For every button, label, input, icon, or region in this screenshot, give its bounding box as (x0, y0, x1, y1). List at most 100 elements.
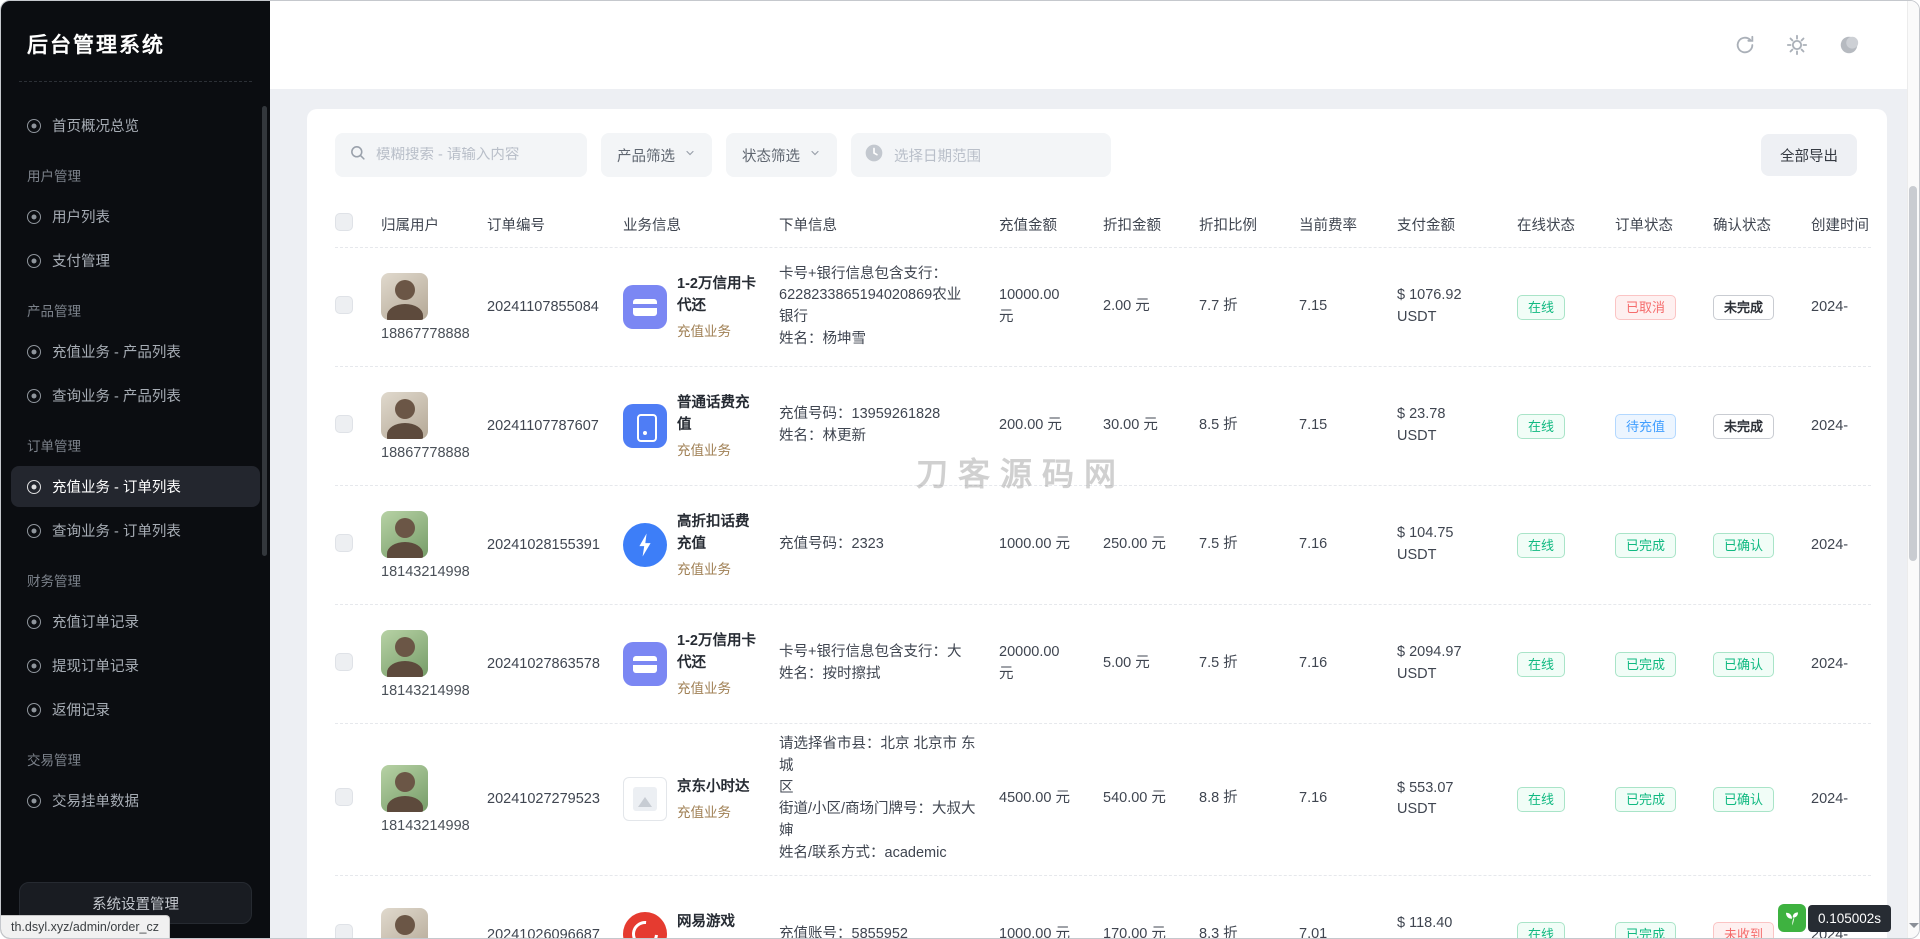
vertical-scrollbar[interactable] (1907, 1, 1919, 938)
recharge-amount: 20000.00 元 (999, 642, 1103, 686)
search-box (335, 133, 587, 177)
table-header: 归属用户 订单编号 业务信息 下单信息 充值金额 折扣金额 折扣比例 当前费率 … (335, 201, 1871, 247)
order-info: 卡号+银行信息包含支行： 6228233865194020869农业 银行 姓名… (779, 264, 999, 351)
sidebar-item-query-orders[interactable]: 查询业务 - 订单列表 (11, 510, 260, 551)
order-number: 20241028155391 (487, 537, 623, 553)
order-status-badge: 已完成 (1615, 652, 1676, 677)
image-placeholder-icon (623, 777, 667, 821)
sidebar-item-label: 充值业务 - 订单列表 (52, 476, 181, 497)
col-confirm-status: 确认状态 (1713, 214, 1811, 235)
user-avatar (381, 908, 428, 939)
load-time-value: 0.105002s (1808, 905, 1891, 932)
sidebar-item-recharge-products[interactable]: 充值业务 - 产品列表 (11, 331, 260, 372)
current-rate: 7.15 (1299, 415, 1397, 437)
order-info: 充值号码：2323 (779, 534, 999, 556)
col-discount-amount: 折扣金额 (1103, 214, 1199, 235)
online-status-badge: 在线 (1517, 533, 1565, 558)
row-checkbox[interactable] (335, 788, 353, 806)
circle-dot-icon (27, 659, 41, 673)
sidebar-item-query-products[interactable]: 查询业务 - 产品列表 (11, 375, 260, 416)
row-checkbox[interactable] (335, 653, 353, 671)
current-rate: 7.16 (1299, 788, 1397, 810)
sidebar-item-withdraw-records[interactable]: 提现订单记录 (11, 645, 260, 686)
topbar (270, 1, 1919, 89)
game-icon (623, 912, 667, 939)
product-type: 充值业务 (677, 558, 761, 578)
order-status-badge: 已完成 (1615, 787, 1676, 812)
user-phone: 18143214998 (381, 818, 470, 834)
discount-ratio: 7.5 折 (1199, 534, 1299, 556)
export-all-button[interactable]: 全部导出 (1761, 134, 1857, 176)
scrollbar-thumb[interactable] (1909, 186, 1917, 561)
date-range-placeholder: 选择日期范围 (894, 145, 981, 166)
select-all-checkbox[interactable] (335, 213, 353, 231)
order-info: 卡号+银行信息包含支行：大 姓名：按时擦拭 (779, 642, 999, 686)
sidebar-item-trade-orders[interactable]: 交易挂单数据 (11, 780, 260, 821)
circle-dot-icon (27, 703, 41, 717)
table-row: 18143214998 20241027863578 1-2万信用卡代还 充值业… (335, 604, 1871, 723)
sun-icon[interactable] (1785, 33, 1809, 57)
discount-ratio: 8.5 折 (1199, 415, 1299, 437)
sidebar-scrollbar[interactable] (262, 106, 267, 556)
refresh-icon[interactable] (1733, 33, 1757, 57)
col-discount-ratio: 折扣比例 (1199, 214, 1299, 235)
sidebar-group-order: 订单管理 (1, 419, 270, 463)
product-filter-label: 产品筛选 (617, 145, 675, 166)
sidebar-item-label: 提现订单记录 (52, 655, 139, 676)
online-status-badge: 在线 (1517, 295, 1565, 320)
circle-dot-icon (27, 615, 41, 629)
row-checkbox[interactable] (335, 534, 353, 552)
sidebar-item-label: 查询业务 - 订单列表 (52, 520, 181, 541)
row-checkbox[interactable] (335, 296, 353, 314)
current-rate: 7.15 (1299, 296, 1397, 318)
sidebar-item-dashboard[interactable]: 首页概况总览 (11, 105, 260, 146)
order-status-badge: 待充值 (1615, 414, 1676, 439)
credit-card-icon (623, 285, 667, 329)
sidebar-item-rebate-records[interactable]: 返佣记录 (11, 689, 260, 730)
moon-icon[interactable] (1837, 33, 1861, 57)
product-filter-select[interactable]: 产品筛选 (601, 133, 712, 177)
created-time: 2024- (1811, 537, 1887, 553)
app-title: 后台管理系统 (1, 1, 270, 81)
product-name: 普通话费充值 (677, 393, 761, 435)
circle-dot-icon (27, 794, 41, 808)
created-time: 2024- (1811, 656, 1887, 672)
created-time: 2024- (1811, 418, 1887, 434)
order-status-badge: 已取消 (1615, 295, 1676, 320)
row-checkbox[interactable] (335, 415, 353, 433)
link-preview-statusbar: th.dsyl.xyz/admin/order_cz (1, 915, 170, 938)
sidebar-item-user-list[interactable]: 用户列表 (11, 196, 260, 237)
user-avatar (381, 630, 428, 677)
confirm-status-badge: 已确认 (1713, 652, 1774, 677)
order-number: 20241027863578 (487, 656, 623, 672)
date-range-picker[interactable]: 选择日期范围 (851, 133, 1111, 177)
current-rate: 7.16 (1299, 653, 1397, 675)
confirm-status-badge: 已确认 (1713, 533, 1774, 558)
discount-amount: 250.00 元 (1103, 534, 1199, 556)
sidebar-item-recharge-orders[interactable]: 充值业务 - 订单列表 (11, 466, 260, 507)
search-input[interactable] (376, 147, 573, 163)
sidebar-item-payment-management[interactable]: 支付管理 (11, 240, 260, 281)
scrollbar-down-arrow-icon[interactable] (1909, 923, 1919, 933)
order-info: 请选择省市县：北京 北京市 东城 区 街道/小区/商场门牌号：大叔大 婶 姓名/… (779, 734, 999, 865)
page-load-time-widget[interactable]: 0.105002s (1778, 904, 1891, 932)
col-online-status: 在线状态 (1517, 214, 1615, 235)
product-name: 京东小时达 (677, 777, 761, 798)
col-current-rate: 当前费率 (1299, 214, 1397, 235)
confirm-status-badge: 未完成 (1713, 295, 1774, 320)
sidebar-item-label: 充值订单记录 (52, 611, 139, 632)
product-type: 充值业务 (677, 677, 761, 697)
col-created-time: 创建时间 (1811, 214, 1887, 235)
confirm-status-badge: 已确认 (1713, 787, 1774, 812)
col-business-info: 业务信息 (623, 214, 779, 235)
phone-recharge-icon (623, 404, 667, 448)
sidebar-item-recharge-records[interactable]: 充值订单记录 (11, 601, 260, 642)
filter-bar: 产品筛选 状态筛选 选择日期范围 全部导出 (335, 133, 1871, 177)
discount-amount: 30.00 元 (1103, 415, 1199, 437)
row-checkbox[interactable] (335, 924, 353, 939)
order-number: 20241107855084 (487, 299, 623, 315)
status-filter-select[interactable]: 状态筛选 (726, 133, 837, 177)
user-phone: 18143214998 (381, 683, 470, 699)
col-order-no: 订单编号 (487, 214, 623, 235)
table-row: 18143214998 20241027279523 京东小时达 充值业务 请选… (335, 723, 1871, 875)
